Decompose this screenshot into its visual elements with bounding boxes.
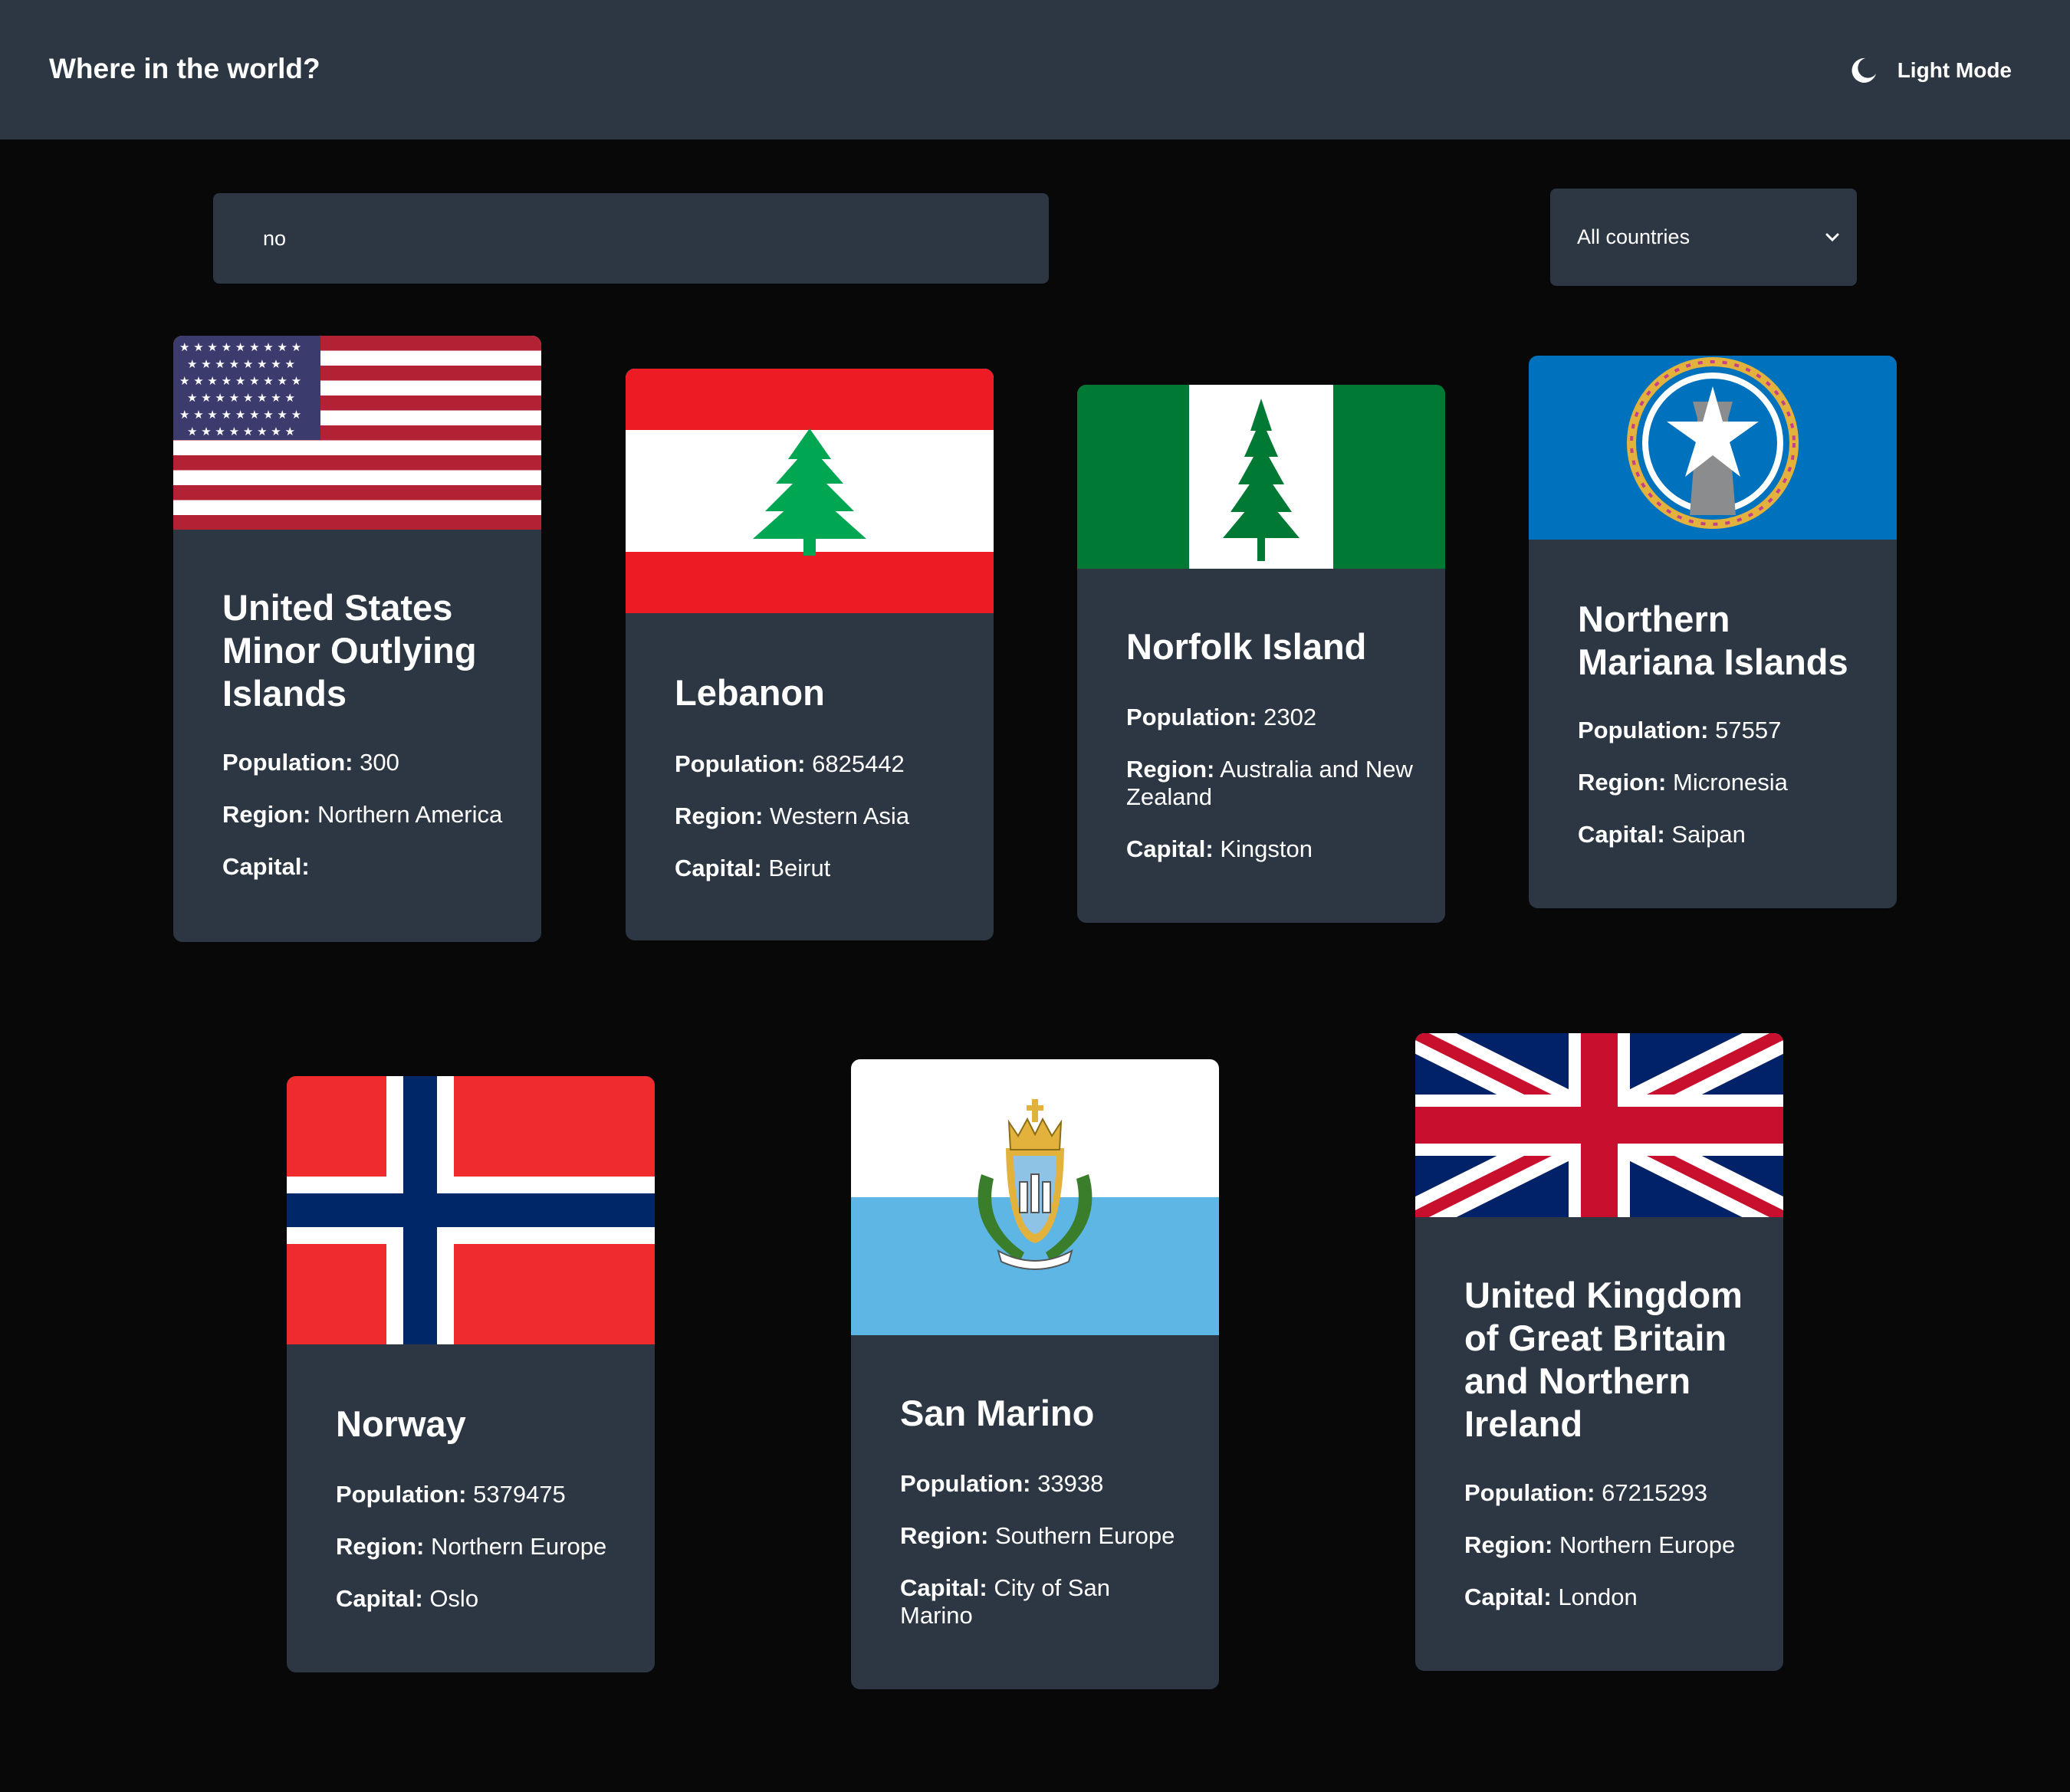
app-title: Where in the world?	[49, 53, 320, 84]
northern-mariana-islands-flag	[1529, 356, 1897, 540]
country-name: United States Minor Outlying Islands	[222, 587, 477, 714]
country-card[interactable]: ★ ★ ★ ★ ★ ★ ★ ★ ★ ★ ★ ★ ★ ★ ★ ★ ★ ★ ★ ★ …	[173, 336, 541, 942]
capital-info: Capital: Oslo	[336, 1585, 479, 1612]
country-card[interactable]: San Marino Population: 33938 Region: Sou…	[851, 1059, 1219, 1689]
population-info: Population: 2302	[1126, 704, 1317, 730]
theme-toggle-button[interactable]: Light Mode	[1850, 51, 2012, 90]
capital-info: Capital: City of San Marino	[900, 1574, 1110, 1629]
country-name: Lebanon	[675, 672, 825, 713]
population-info: Population: 5379475	[336, 1481, 566, 1508]
country-card[interactable]: Lebanon Population: 6825442 Region: West…	[626, 369, 994, 940]
united-kingdom-flag	[1415, 1033, 1783, 1217]
region-info: Region: Northern Europe	[336, 1533, 607, 1560]
region-filter-select[interactable]: All countries	[1550, 189, 1857, 286]
chevron-down-icon	[1825, 233, 1839, 241]
capital-info: Capital: Saipan	[1578, 821, 1746, 848]
country-card[interactable]: Norway Population: 5379475 Region: North…	[287, 1076, 655, 1672]
country-name: United Kingdom of Great Britain and Nort…	[1464, 1275, 1743, 1444]
theme-toggle-label: Light Mode	[1897, 58, 2012, 82]
region-filter-value: All countries	[1577, 225, 1691, 248]
capital-info: Capital: Kingston	[1126, 835, 1313, 862]
capital-info: Capital: London	[1464, 1584, 1638, 1610]
country-name: Northern Mariana Islands	[1578, 599, 1848, 682]
lebanon-flag	[626, 369, 994, 613]
country-card[interactable]: United Kingdom of Great Britain and Nort…	[1415, 1033, 1783, 1671]
svg-text:★ ★ ★ ★ ★ ★ ★ ★: ★ ★ ★ ★ ★ ★ ★ ★	[187, 357, 295, 371]
population-info: Population: 67215293	[1464, 1479, 1708, 1506]
svg-text:★ ★ ★ ★ ★ ★ ★ ★: ★ ★ ★ ★ ★ ★ ★ ★	[187, 425, 295, 438]
population-info: Population: 300	[222, 749, 399, 776]
moon-icon	[1852, 57, 1876, 83]
region-info: Region: Western Asia	[675, 802, 910, 829]
region-info: Region: Micronesia	[1578, 769, 1788, 796]
region-info: Region: Australia and New Zealand	[1126, 756, 1413, 810]
population-info: Population: 33938	[900, 1470, 1104, 1497]
country-card[interactable]: Norfolk Island Population: 2302 Region: …	[1077, 385, 1445, 923]
search-box[interactable]	[213, 193, 1049, 284]
capital-info: Capital: Beirut	[675, 855, 831, 881]
norfolk-island-flag	[1077, 385, 1445, 569]
country-name: Norfolk Island	[1126, 626, 1367, 667]
norway-flag	[287, 1076, 655, 1344]
region-info: Region: Southern Europe	[900, 1522, 1175, 1549]
capital-info: Capital:	[222, 853, 310, 880]
san-marino-flag	[851, 1059, 1219, 1335]
country-card[interactable]: Northern Mariana Islands Population: 575…	[1529, 356, 1897, 908]
svg-text:★ ★ ★ ★ ★ ★ ★ ★ ★: ★ ★ ★ ★ ★ ★ ★ ★ ★	[179, 408, 301, 422]
svg-text:★ ★ ★ ★ ★ ★ ★ ★ ★: ★ ★ ★ ★ ★ ★ ★ ★ ★	[179, 374, 301, 388]
search-input[interactable]	[261, 225, 1049, 251]
country-name: Norway	[336, 1403, 466, 1444]
region-info: Region: Northern America	[222, 801, 503, 828]
country-name: San Marino	[900, 1393, 1095, 1433]
united-states-flag: ★ ★ ★ ★ ★ ★ ★ ★ ★ ★ ★ ★ ★ ★ ★ ★ ★ ★ ★ ★ …	[173, 336, 541, 530]
svg-text:★ ★ ★ ★ ★ ★ ★ ★ ★: ★ ★ ★ ★ ★ ★ ★ ★ ★	[179, 340, 301, 354]
top-bar: Where in the world? Light Mode	[0, 0, 2070, 139]
population-info: Population: 6825442	[675, 750, 905, 777]
region-info: Region: Northern Europe	[1464, 1531, 1736, 1558]
population-info: Population: 57557	[1578, 717, 1782, 743]
svg-text:★ ★ ★ ★ ★ ★ ★ ★: ★ ★ ★ ★ ★ ★ ★ ★	[187, 391, 295, 405]
